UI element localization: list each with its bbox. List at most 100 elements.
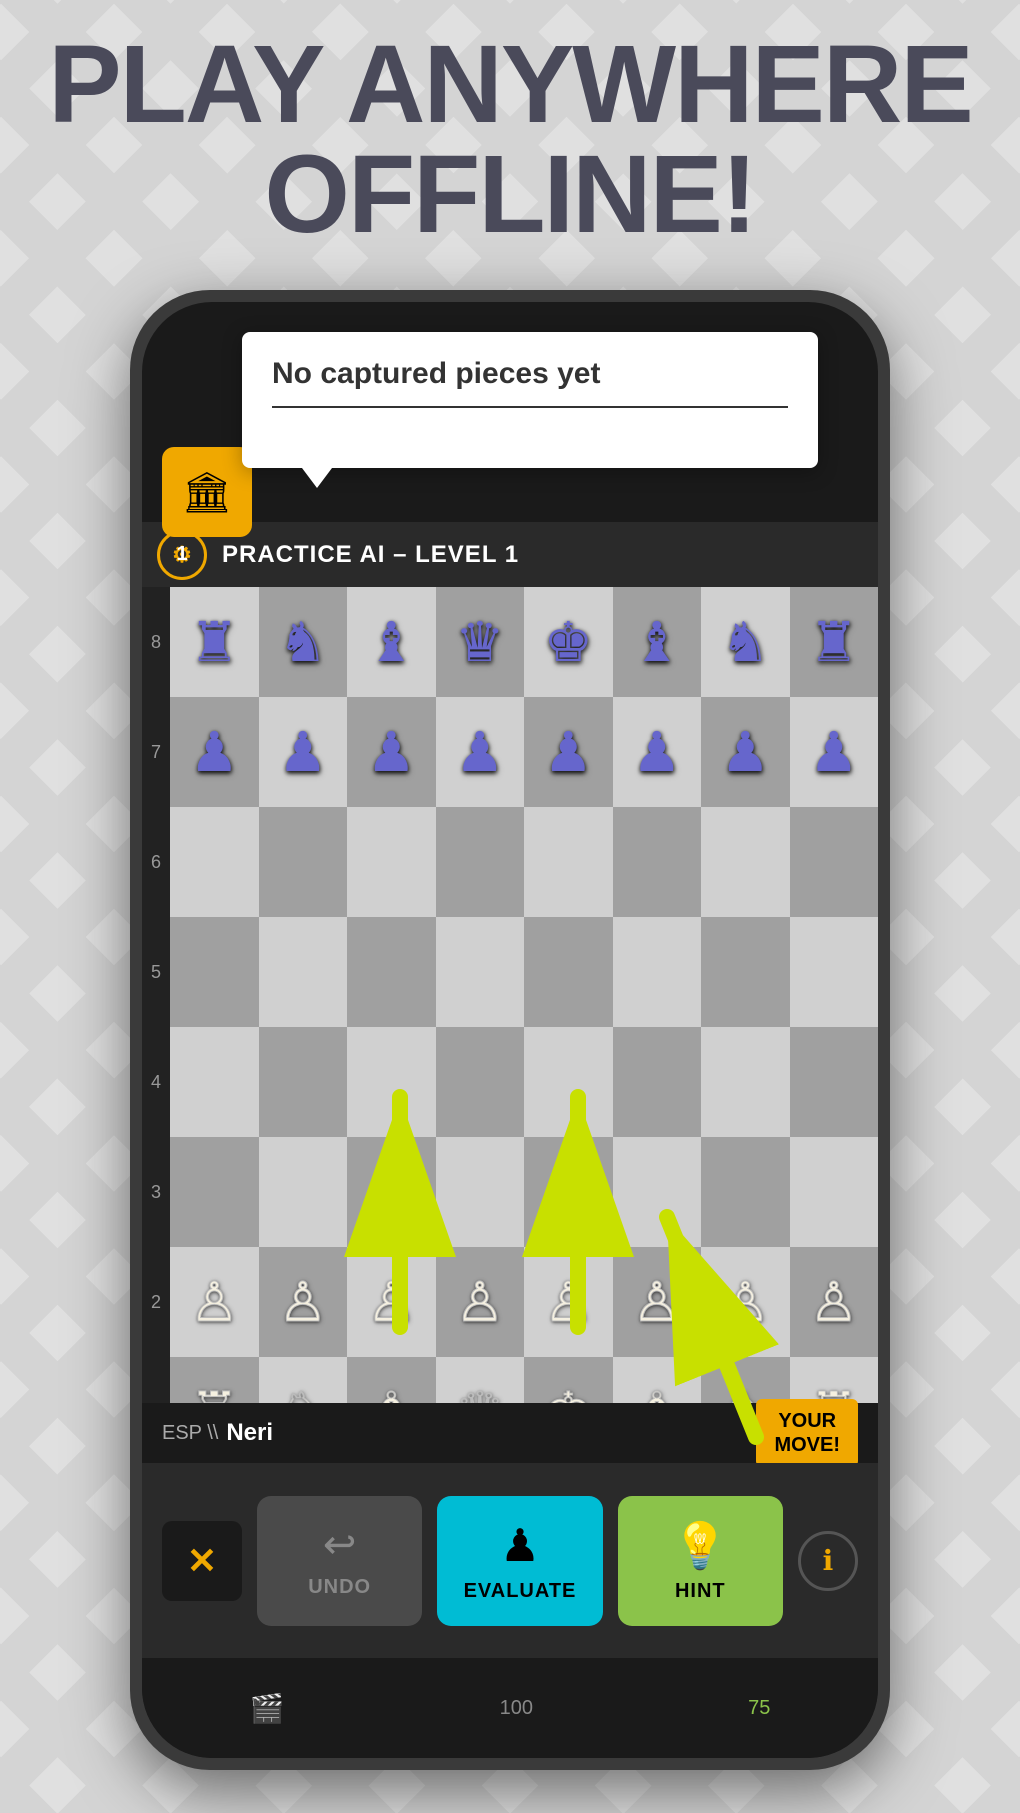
chess-piece: ♚ [544, 615, 593, 670]
board-cell-b2[interactable]: ♙ [259, 1247, 348, 1357]
board-cell-h2[interactable]: ♙ [790, 1247, 879, 1357]
chess-piece: ♟ [190, 725, 239, 780]
board-cell-g7[interactable]: ♟ [701, 697, 790, 807]
level-number: 1 [176, 543, 187, 566]
chess-piece: ♞ [721, 615, 770, 670]
chess-piece: ♞ [278, 615, 327, 670]
chess-piece: ♜ [190, 615, 239, 670]
board-cell-h4[interactable] [790, 1027, 879, 1137]
chess-piece: ♟ [632, 725, 681, 780]
board-cell-f3[interactable] [613, 1137, 702, 1247]
score1-value: 100 [500, 1697, 533, 1720]
row-label-3: 3 [142, 1137, 170, 1247]
board-cell-a5[interactable] [170, 917, 259, 1027]
board-cell-d5[interactable] [436, 917, 525, 1027]
board-cell-b8[interactable]: ♞ [259, 587, 348, 697]
board-cell-b5[interactable] [259, 917, 348, 1027]
chess-piece: ♙ [367, 1275, 416, 1330]
board-cell-a7[interactable]: ♟ [170, 697, 259, 807]
chess-piece: ♝ [367, 615, 416, 670]
evaluate-button[interactable]: ♟ EVALUATE [437, 1496, 602, 1626]
board-cell-g6[interactable] [701, 807, 790, 917]
museum-icon-button[interactable]: 🏛 [162, 447, 252, 537]
board-cell-b4[interactable] [259, 1027, 348, 1137]
board-cell-d8[interactable]: ♛ [436, 587, 525, 697]
museum-icon-glyph: 🏛 [182, 469, 233, 516]
tooltip-arrow [302, 468, 332, 488]
undo-button[interactable]: ↩ UNDO [257, 1496, 422, 1626]
board-cell-e3[interactable] [524, 1137, 613, 1247]
board-cell-g8[interactable]: ♞ [701, 587, 790, 697]
captured-pieces-tooltip: No captured pieces yet [242, 332, 818, 468]
player-flag: ESP \\ [162, 1422, 218, 1445]
close-button[interactable]: ✕ [162, 1521, 242, 1601]
board-cell-d3[interactable] [436, 1137, 525, 1247]
board-cell-g2[interactable]: ♙ [701, 1247, 790, 1357]
board-cell-h7[interactable]: ♟ [790, 697, 879, 807]
board-cell-b3[interactable] [259, 1137, 348, 1247]
chess-piece: ♙ [809, 1275, 858, 1330]
board-cell-f8[interactable]: ♝ [613, 587, 702, 697]
board-cell-e8[interactable]: ♚ [524, 587, 613, 697]
header-line1: PLAY ANYWHERE [0, 30, 1020, 140]
board-cell-a4[interactable] [170, 1027, 259, 1137]
board-cell-c4[interactable] [347, 1027, 436, 1137]
chess-board-container: 8♜♞♝♛♚♝♞♜7♟♟♟♟♟♟♟♟65432♙♙♙♙♙♙♙♙1♖♘♗♕♔♗♘♖ [142, 587, 878, 1467]
board-cell-c8[interactable]: ♝ [347, 587, 436, 697]
board-cell-e6[interactable] [524, 807, 613, 917]
board-cell-a2[interactable]: ♙ [170, 1247, 259, 1357]
board-cell-d7[interactable]: ♟ [436, 697, 525, 807]
board-cell-e2[interactable]: ♙ [524, 1247, 613, 1357]
chess-piece: ♙ [455, 1275, 504, 1330]
tooltip-blank-space [272, 408, 788, 448]
board-cell-c7[interactable]: ♟ [347, 697, 436, 807]
board-cell-h3[interactable] [790, 1137, 879, 1247]
board-cell-d2[interactable]: ♙ [436, 1247, 525, 1357]
board-cell-f4[interactable] [613, 1027, 702, 1137]
board-cell-g3[interactable] [701, 1137, 790, 1247]
board-cell-h6[interactable] [790, 807, 879, 917]
info-button[interactable]: ℹ [798, 1531, 858, 1591]
phone-screen: No captured pieces yet 🏛 1 PRACTICE AI –… [142, 302, 878, 1758]
nav-film-item[interactable]: 🎬 [250, 1692, 285, 1725]
board-cell-e7[interactable]: ♟ [524, 697, 613, 807]
chess-piece: ♟ [809, 725, 858, 780]
bottom-controls: ✕ ↩ UNDO ♟ EVALUATE 💡 HINT ℹ [142, 1463, 878, 1658]
hint-icon: 💡 [672, 1519, 728, 1572]
board-cell-h8[interactable]: ♜ [790, 587, 879, 697]
board-cell-c3[interactable] [347, 1137, 436, 1247]
board-cell-d4[interactable] [436, 1027, 525, 1137]
board-cell-g4[interactable] [701, 1027, 790, 1137]
board-cell-b6[interactable] [259, 807, 348, 917]
row-label-4: 4 [142, 1027, 170, 1137]
board-cell-d6[interactable] [436, 807, 525, 917]
board-cell-c6[interactable] [347, 807, 436, 917]
board-cell-f6[interactable] [613, 807, 702, 917]
practice-title: PRACTICE AI – LEVEL 1 [222, 541, 519, 569]
chess-board[interactable]: 8♜♞♝♛♚♝♞♜7♟♟♟♟♟♟♟♟65432♙♙♙♙♙♙♙♙1♖♘♗♕♔♗♘♖ [142, 587, 878, 1467]
undo-icon: ↩ [323, 1522, 357, 1568]
chess-piece: ♜ [809, 615, 858, 670]
board-cell-b7[interactable]: ♟ [259, 697, 348, 807]
board-cell-f2[interactable]: ♙ [613, 1247, 702, 1357]
your-move-line2: MOVE! [774, 1433, 840, 1457]
board-cell-a3[interactable] [170, 1137, 259, 1247]
board-cell-g5[interactable] [701, 917, 790, 1027]
board-cell-e4[interactable] [524, 1027, 613, 1137]
board-cell-c2[interactable]: ♙ [347, 1247, 436, 1357]
board-cell-f5[interactable] [613, 917, 702, 1027]
phone-device: No captured pieces yet 🏛 1 PRACTICE AI –… [130, 290, 890, 1770]
chess-piece: ♙ [278, 1275, 327, 1330]
board-cell-c5[interactable] [347, 917, 436, 1027]
board-cell-f7[interactable]: ♟ [613, 697, 702, 807]
bottom-nav: 🎬 100 75 [142, 1658, 878, 1758]
game-header-bar: 1 PRACTICE AI – LEVEL 1 [142, 522, 878, 587]
board-cell-a8[interactable]: ♜ [170, 587, 259, 697]
row-label-6: 6 [142, 807, 170, 917]
board-cell-e5[interactable] [524, 917, 613, 1027]
header-section: PLAY ANYWHERE OFFLINE! [0, 30, 1020, 250]
hint-button[interactable]: 💡 HINT [618, 1496, 783, 1626]
board-cell-a6[interactable] [170, 807, 259, 917]
board-cell-h5[interactable] [790, 917, 879, 1027]
score2-value: 75 [748, 1697, 770, 1720]
